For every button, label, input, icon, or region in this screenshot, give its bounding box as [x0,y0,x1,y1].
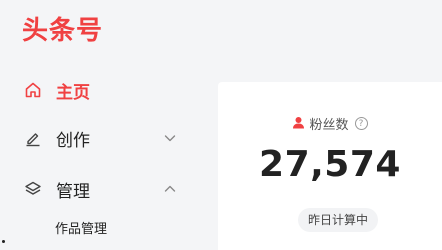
chevron-down-icon[interactable] [162,130,178,146]
sidebar-item-label: 主页 [56,82,90,103]
chevron-up-icon[interactable] [162,181,178,197]
sidebar-subitem-works-management[interactable]: 作品管理 [55,218,107,237]
sidebar-item-create[interactable]: 创作 [0,121,205,155]
fans-label: 粉丝数 [309,118,349,133]
fans-count: 27,574 [259,144,401,185]
page: 头条号 主页 创作 管理 作品管理 粉丝数 ? 27,574 昨日计算中 [0,0,442,250]
sidebar: 头条号 主页 创作 管理 作品管理 [0,0,205,250]
status-badge: 昨日计算中 [298,208,379,232]
sidebar-item-label: 创作 [56,130,90,151]
fans-label-row: 粉丝数 ? [218,114,442,133]
sidebar-item-label: 管理 [56,181,90,202]
home-icon [24,81,42,99]
fans-card: 粉丝数 ? 27,574 昨日计算中 [218,82,442,250]
help-icon[interactable]: ? [354,117,368,130]
scroll-marker [2,240,5,243]
logo[interactable]: 头条号 [22,10,103,47]
sidebar-item-manage[interactable]: 管理 [0,172,205,206]
user-icon [292,114,305,133]
sidebar-item-home[interactable]: 主页 [0,73,205,107]
pen-icon [24,129,42,147]
layers-icon [24,180,42,198]
